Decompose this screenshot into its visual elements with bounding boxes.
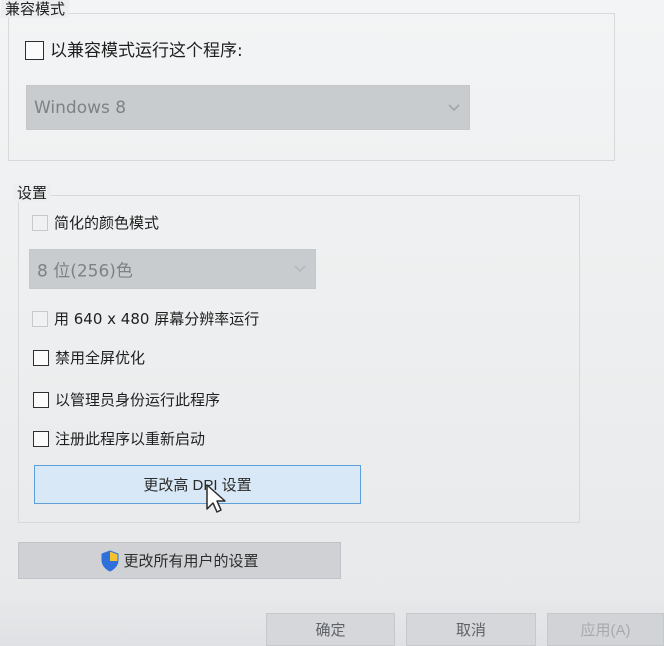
os-version-dropdown[interactable]: Windows 8	[26, 85, 470, 130]
settings-title: 设置	[13, 184, 52, 202]
compatibility-mode-label: 以兼容模式运行这个程序:	[50, 40, 243, 61]
register-restart-checkbox[interactable]	[33, 431, 49, 447]
compatibility-mode-checkbox[interactable]	[25, 41, 44, 60]
change-all-users-settings-button[interactable]: 更改所有用户的设置	[18, 542, 341, 579]
color-mode-value: 8 位(256)色	[37, 261, 133, 282]
compatibility-mode-checkbox-row[interactable]: 以兼容模式运行这个程序:	[25, 41, 243, 60]
disable-fullscreen-label: 禁用全屏优化	[55, 349, 146, 367]
change-high-dpi-settings-button[interactable]: 更改高 DPI 设置	[34, 465, 361, 504]
apply-button: 应用(A)	[547, 613, 664, 646]
os-version-value: Windows 8	[34, 97, 127, 118]
disable-fullscreen-row[interactable]: 禁用全屏优化	[33, 349, 145, 367]
cancel-button[interactable]: 取消	[406, 613, 536, 646]
color-mode-dropdown: 8 位(256)色	[29, 249, 316, 289]
simplified-color-label: 简化的颜色模式	[54, 214, 160, 232]
change-all-users-settings-label: 更改所有用户的设置	[123, 553, 259, 570]
run-as-admin-label: 以管理员身份运行此程序	[55, 391, 221, 409]
run-as-admin-checkbox[interactable]	[33, 392, 49, 408]
resolution-row: 用 640 x 480 屏幕分辨率运行	[32, 310, 259, 328]
ok-button[interactable]: 确定	[266, 613, 395, 646]
chevron-down-icon	[294, 265, 306, 273]
shield-icon	[101, 549, 119, 572]
compatibility-properties-page: 兼容模式 以兼容模式运行这个程序: Windows 8 设置 简化的颜色模式 8…	[0, 0, 664, 646]
simplified-color-checkbox	[32, 215, 48, 231]
register-restart-row[interactable]: 注册此程序以重新启动	[33, 430, 205, 448]
compatibility-mode-title: 兼容模式	[1, 0, 70, 18]
register-restart-label: 注册此程序以重新启动	[55, 430, 206, 448]
resolution-label: 用 640 x 480 屏幕分辨率运行	[54, 310, 260, 328]
resolution-checkbox	[32, 311, 48, 327]
run-as-admin-row[interactable]: 以管理员身份运行此程序	[33, 391, 220, 409]
chevron-down-icon	[448, 103, 460, 111]
simplified-color-row: 简化的颜色模式	[32, 214, 159, 232]
disable-fullscreen-checkbox[interactable]	[33, 350, 49, 366]
